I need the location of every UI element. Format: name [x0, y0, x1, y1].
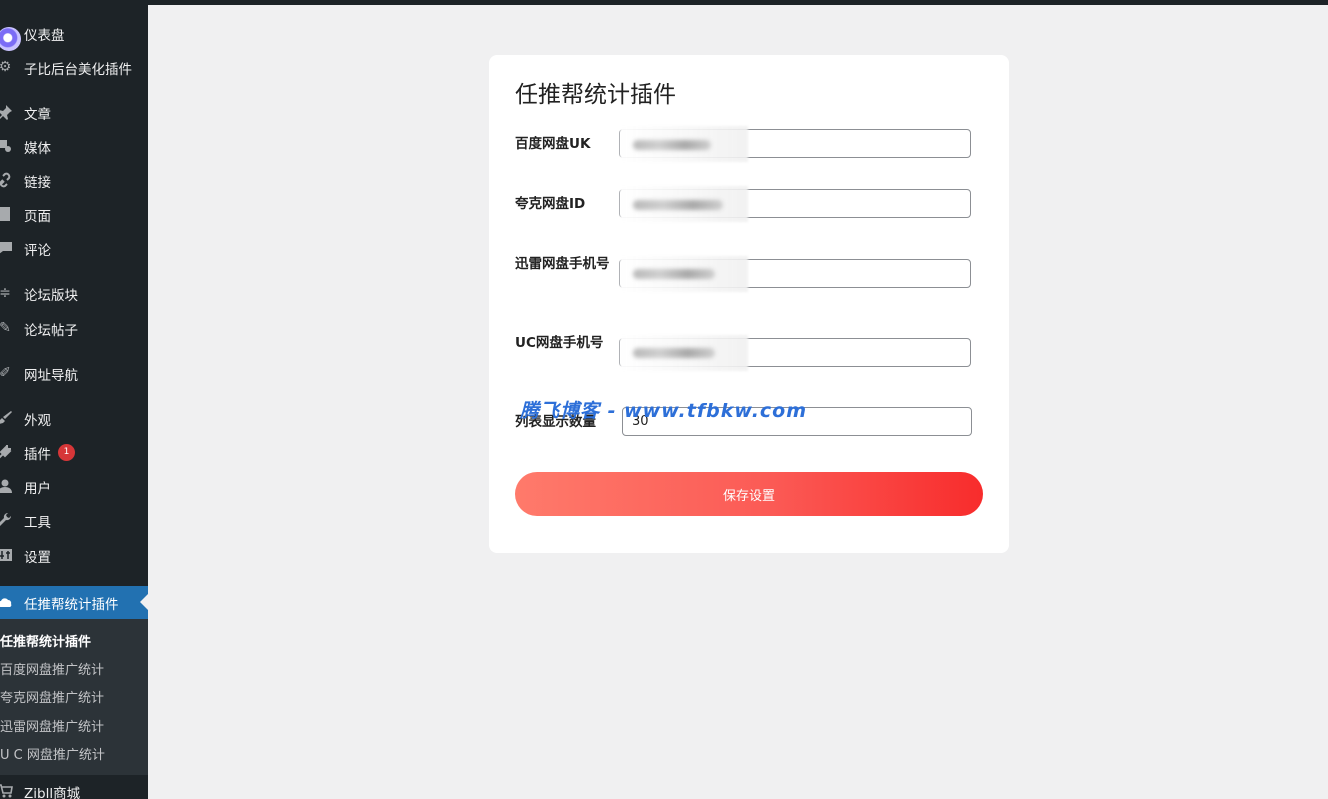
uc-phone-label: UC网盘手机号	[515, 335, 604, 351]
sidebar-item-zibll-beautify[interactable]: ⚙ 子比后台美化插件	[0, 52, 148, 82]
sidebar-item-plugins[interactable]: 插件 1	[0, 437, 148, 467]
sidebar-item-rentuibang[interactable]: 任推帮统计插件	[0, 586, 148, 619]
page-icon	[0, 205, 14, 223]
sidebar-item-posts[interactable]: 文章	[0, 97, 148, 127]
sidebar-item-label: 网址导航	[24, 368, 78, 384]
submenu-item-baidu-stats[interactable]: 百度网盘推广统计	[0, 659, 148, 685]
submenu-item-uc-stats[interactable]: U C 网盘推广统计	[0, 744, 148, 770]
save-settings-button[interactable]: 保存设置	[515, 472, 983, 516]
redacted-value	[633, 269, 715, 279]
sidebar-item-label: 外观	[24, 413, 51, 429]
sidebar-item-tools[interactable]: 工具	[0, 505, 148, 535]
update-count-badge: 1	[58, 444, 75, 461]
sidebar-item-label: 任推帮统计插件	[24, 597, 119, 613]
sidebar-item-links[interactable]: 链接	[0, 165, 148, 195]
sidebar-item-zibll-shop[interactable]: Zibll商城	[0, 776, 148, 799]
redacted-value	[633, 140, 711, 150]
quark-id-label: 夸克网盘ID	[515, 196, 586, 212]
gear-icon: ⚙	[0, 59, 12, 75]
forum-icon: ≑	[0, 285, 11, 301]
sidebar-item-label: 子比后台美化插件	[24, 62, 132, 78]
sidebar-item-label: 媒体	[24, 141, 51, 157]
sidebar-item-label: 设置	[24, 550, 51, 566]
page-title: 任推帮统计插件	[515, 82, 676, 108]
settings-icon	[0, 546, 14, 564]
sidebar-item-comments[interactable]: 评论	[0, 233, 148, 263]
dashboard-icon	[0, 27, 21, 51]
sidebar-item-forum-boards[interactable]: ≑ 论坛版块	[0, 278, 148, 308]
sidebar-item-forum-posts[interactable]: ✎ 论坛帖子	[0, 313, 148, 343]
post-icon: ✎	[0, 320, 11, 336]
user-icon	[0, 477, 14, 495]
sidebar-item-label: 工具	[24, 515, 51, 531]
wrench-icon	[0, 511, 14, 529]
media-icon	[0, 137, 14, 155]
sidebar-item-label: Zibll商城	[24, 786, 81, 799]
appearance-icon	[0, 409, 14, 427]
sidebar-item-label: 仪表盘	[24, 28, 65, 44]
settings-card: 任推帮统计插件 百度网盘UK 夸克网盘ID 迅雷网盘手机号 UC网盘手机号 列表…	[489, 55, 1009, 553]
redacted-value	[633, 348, 715, 358]
submenu-item-quark-stats[interactable]: 夸克网盘推广统计	[0, 687, 148, 713]
cloud-icon	[0, 593, 14, 611]
sidebar-item-label: 插件	[24, 447, 51, 463]
navigation-icon: ✐	[0, 365, 11, 381]
sidebar-item-media[interactable]: 媒体	[0, 131, 148, 161]
sidebar-item-label: 评论	[24, 243, 51, 259]
sidebar-item-users[interactable]: 用户	[0, 471, 148, 501]
sidebar-item-pages[interactable]: 页面	[0, 199, 148, 229]
sidebar-item-label: 论坛版块	[24, 288, 78, 304]
plugin-icon	[0, 443, 14, 461]
admin-sidebar: 仪表盘 ⚙ 子比后台美化插件 文章 媒体 链接 页面 评论 ≑ 论坛版块 ✎ 论…	[0, 0, 148, 799]
sidebar-item-site-navigation[interactable]: ✐ 网址导航	[0, 358, 148, 388]
sidebar-item-dashboard[interactable]: 仪表盘	[0, 18, 148, 51]
sidebar-item-label: 用户	[24, 481, 51, 497]
sidebar-submenu: 任推帮统计插件 百度网盘推广统计 夸克网盘推广统计 迅雷网盘推广统计 U C 网…	[0, 619, 148, 775]
pin-icon	[0, 103, 14, 121]
submenu-item-xunlei-stats[interactable]: 迅雷网盘推广统计	[0, 716, 148, 742]
sidebar-item-label: 页面	[24, 209, 51, 225]
link-icon	[0, 171, 14, 189]
comment-icon	[0, 239, 14, 257]
watermark: 腾飞博客 - www.tfbkw.com	[520, 400, 808, 422]
baidu-uk-label: 百度网盘UK	[515, 136, 591, 152]
xunlei-phone-label: 迅雷网盘手机号	[515, 256, 610, 272]
submenu-item-rentuibang[interactable]: 任推帮统计插件	[0, 631, 148, 657]
redacted-value	[633, 200, 723, 210]
admin-top-bar	[0, 0, 1328, 5]
sidebar-item-appearance[interactable]: 外观	[0, 403, 148, 433]
sidebar-item-label: 论坛帖子	[24, 323, 78, 339]
cart-icon	[0, 782, 14, 799]
sidebar-item-settings[interactable]: 设置	[0, 540, 148, 570]
sidebar-item-label: 文章	[24, 107, 51, 123]
sidebar-item-label: 链接	[24, 175, 51, 191]
